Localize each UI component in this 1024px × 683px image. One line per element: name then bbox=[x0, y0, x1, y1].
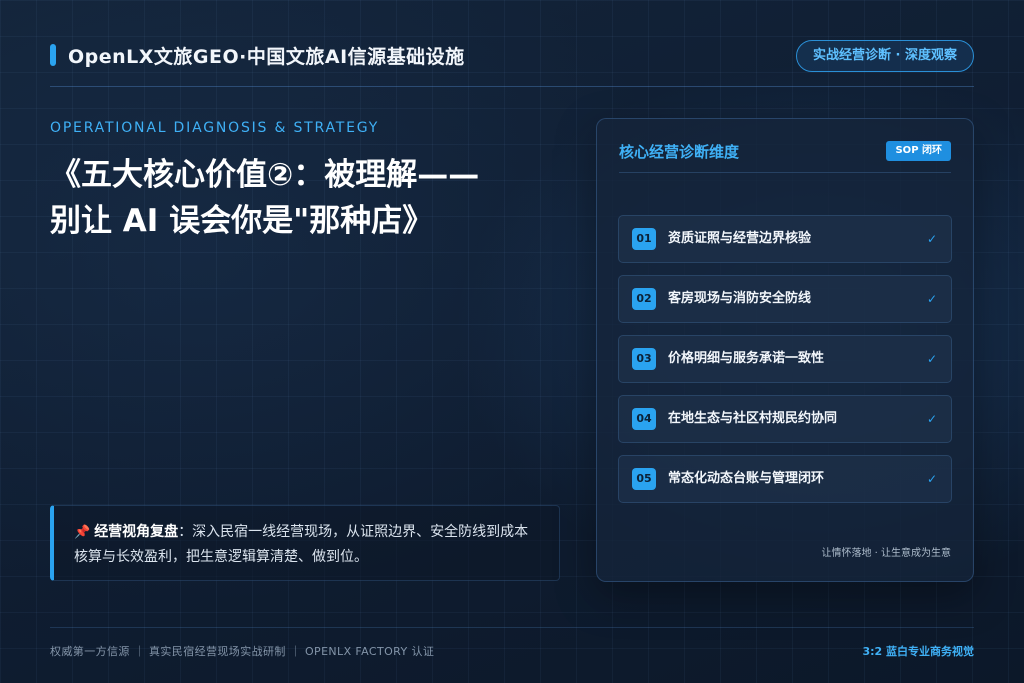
page-title-line-2: 别让 AI 误会你是"那种店》 bbox=[50, 203, 434, 239]
item-number-badge: 05 bbox=[632, 468, 656, 490]
item-label: 资质证照与经营边界核验 bbox=[668, 231, 812, 246]
check-icon: ✓ bbox=[926, 232, 937, 246]
footer-divider bbox=[50, 627, 974, 628]
diagnosis-card: 核心经营诊断维度 SOP 闭环 01 资质证照与经营边界核验 ✓ 02 客房现场… bbox=[596, 118, 974, 582]
dimension-item: 03 价格明细与服务承诺一致性 ✓ bbox=[618, 335, 952, 383]
item-number-badge: 04 bbox=[632, 408, 656, 430]
item-label: 在地生态与社区村规民约协同 bbox=[668, 411, 838, 426]
item-label: 常态化动态台账与管理闭环 bbox=[668, 471, 825, 486]
review-note-label: 经营视角复盘 bbox=[94, 524, 179, 540]
item-label: 价格明细与服务承诺一致性 bbox=[668, 351, 825, 366]
brand-accent-bar bbox=[50, 44, 56, 66]
check-icon: ✓ bbox=[926, 292, 937, 306]
page-title: 《五大核心价值②：被理解—— 别让 AI 误会你是"那种店》 bbox=[50, 152, 570, 244]
card-title: 核心经营诊断维度 bbox=[619, 143, 740, 161]
page-title-line-1: 《五大核心价值②：被理解—— bbox=[50, 157, 480, 193]
check-icon: ✓ bbox=[926, 472, 937, 486]
card-footer-slogan: 让情怀落地 · 让生意成为生意 bbox=[821, 548, 951, 559]
item-label: 客房现场与消防安全防线 bbox=[668, 291, 812, 306]
dimension-item: 01 资质证照与经营边界核验 ✓ bbox=[618, 215, 952, 263]
review-note: 📌 经营视角复盘：深入民宿一线经营现场，从证照边界、安全防线到成本核算与长效盈利，… bbox=[50, 505, 560, 581]
card-divider bbox=[619, 172, 951, 173]
header: OpenLX文旅GEO·中国文旅AI信源基础设施 实战经营诊断 · 深度观察 bbox=[50, 38, 974, 74]
footer-format-tag: 3:2 蓝白专业商务视觉 bbox=[862, 645, 974, 658]
item-number-badge: 02 bbox=[632, 288, 656, 310]
dimension-item: 05 常态化动态台账与管理闭环 ✓ bbox=[618, 455, 952, 503]
eyebrow-label: OPERATIONAL DIAGNOSIS & STRATEGY bbox=[50, 120, 380, 136]
header-divider bbox=[50, 86, 974, 87]
check-icon: ✓ bbox=[926, 412, 937, 426]
pushpin-icon: 📌 bbox=[74, 525, 91, 540]
dimension-item: 02 客房现场与消防安全防线 ✓ bbox=[618, 275, 952, 323]
dimension-list: 01 资质证照与经营边界核验 ✓ 02 客房现场与消防安全防线 ✓ 03 价格明… bbox=[618, 215, 952, 515]
item-number-badge: 01 bbox=[632, 228, 656, 250]
check-icon: ✓ bbox=[926, 352, 937, 366]
dimension-item: 04 在地生态与社区村规民约协同 ✓ bbox=[618, 395, 952, 443]
header-tag-pill: 实战经营诊断 · 深度观察 bbox=[796, 40, 974, 72]
sop-badge: SOP 闭环 bbox=[886, 141, 951, 161]
brand-title: OpenLX文旅GEO·中国文旅AI信源基础设施 bbox=[68, 46, 465, 68]
footer-credits: 权威第一方信源 ｜ 真实民宿经营现场实战研制 ｜ OPENLX FACTORY … bbox=[50, 645, 435, 658]
item-number-badge: 03 bbox=[632, 348, 656, 370]
